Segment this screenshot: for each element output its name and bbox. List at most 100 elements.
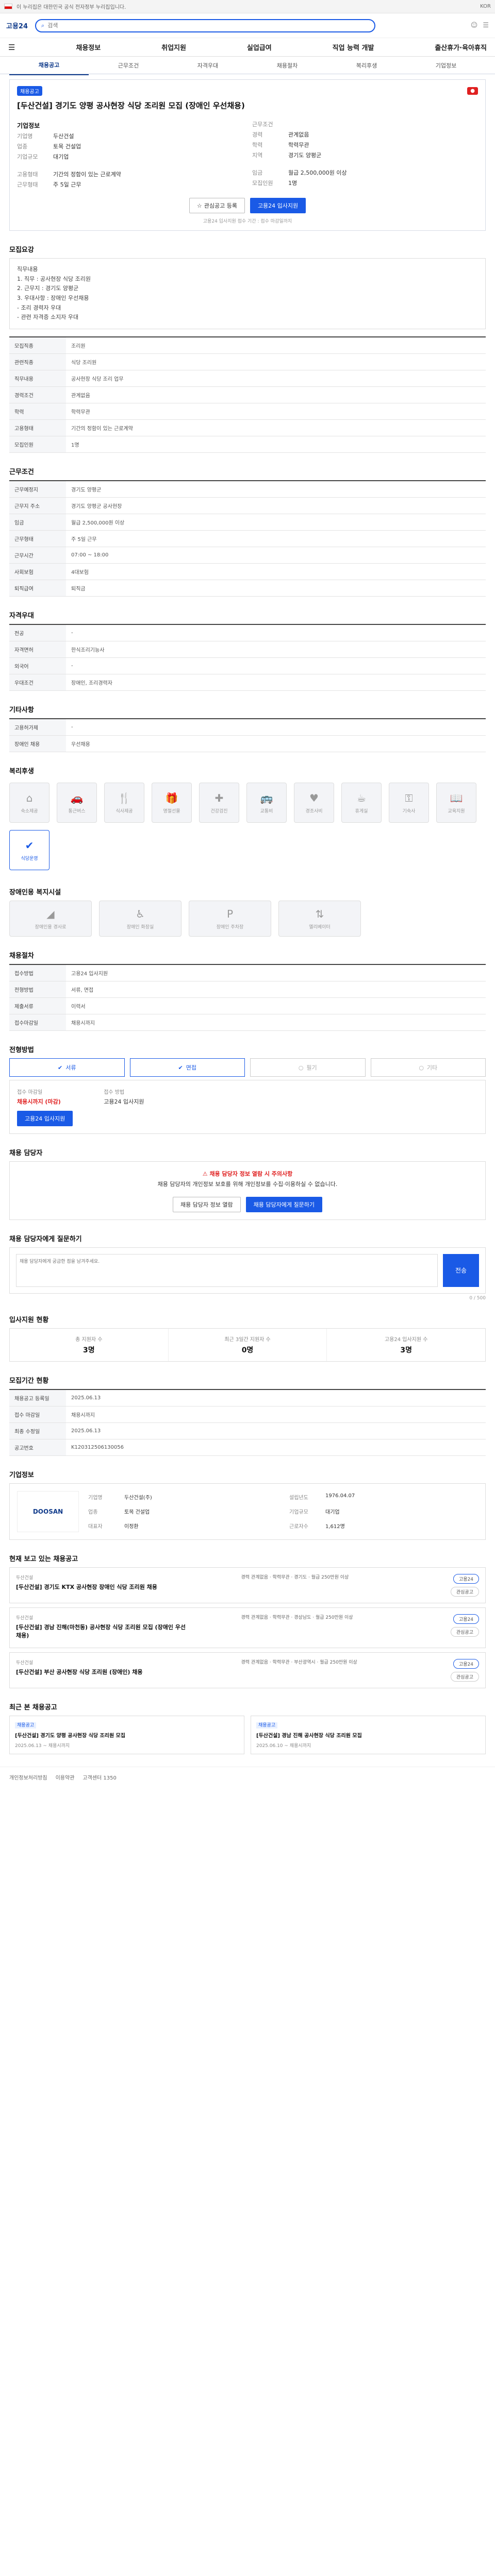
tab-work[interactable]: 근무조건: [89, 56, 168, 75]
scrap-button[interactable]: ☆ 관심공고 등록: [189, 198, 245, 213]
table-row: 공고번호 K120312506130056: [9, 1439, 486, 1456]
recent-date: 2025.06.13 ~ 채용시까지: [15, 1743, 70, 1749]
qual-table: 전공 - 자격면허 한식조리기능사 외국어 - 우대조건 장애인, 조리경력자: [9, 624, 486, 691]
caution-text: 채용 담당자의 개인정보 보호를 위해 개인정보를 수집·이용하실 수 없습니다…: [157, 1180, 338, 1188]
detail-box: 직무내용 1. 직무 : 공사현장 식당 조리원 2. 근무지 : 경기도 양평군 3…: [9, 258, 486, 330]
language-select[interactable]: KOR: [480, 4, 491, 9]
nav-item[interactable]: 직업 능력 개발: [333, 42, 374, 52]
info-value: 토목 건설업: [124, 1509, 150, 1515]
table-cell: 기간의 정함이 있는 근로계약: [66, 419, 486, 437]
footer-link[interactable]: 이용약관: [56, 1773, 75, 1781]
table-header-cell: 외국어: [9, 657, 66, 675]
disability-label: 엘리베이터: [309, 924, 331, 930]
table-header-cell: 모집직종: [9, 337, 66, 354]
welfare-label: 통근버스: [68, 808, 86, 814]
parking-icon: P: [226, 907, 234, 920]
user-icon[interactable]: ☺: [471, 22, 478, 29]
table-header-cell: 관련직종: [9, 353, 66, 371]
recent-date: 2025.06.10 ~ 채용시까지: [256, 1743, 311, 1749]
info-value: 경기도 양평군: [288, 152, 322, 159]
caution-headline: ⚠ 채용 담당자 정보 열람 시 주의사항: [202, 1171, 293, 1178]
menu-icon[interactable]: ☰: [483, 22, 489, 29]
related-job-item[interactable]: 두산건설 [두산건설] 경남 진해(마천동) 공사현장 식당 조리원 모집 (장애…: [9, 1607, 486, 1648]
tab-company[interactable]: 기업정보: [406, 56, 486, 75]
book-icon: 📖: [450, 791, 463, 804]
table-cell: 채용시까지: [66, 1406, 486, 1423]
footer-link[interactable]: 고객센터 1350: [82, 1773, 116, 1781]
welfare-label: 휴게실: [355, 808, 368, 814]
table-cell: -: [66, 719, 486, 736]
table-header-cell: 최종 수정일: [9, 1422, 66, 1439]
tab-notice[interactable]: 채용공고: [9, 56, 89, 75]
table-row: 경력조건 관계없음: [9, 386, 486, 404]
recent-title[interactable]: [두산건설] 경기도 양평 공사현장 식당 조리원 모집: [15, 1731, 239, 1739]
apply-button-2[interactable]: 고용24 입사지원: [17, 1111, 73, 1127]
related-apply-pill[interactable]: 고용24: [453, 1658, 479, 1669]
section-title: 채용 담당자에게 질문하기: [9, 1235, 82, 1243]
info-label: 근로자수: [289, 1523, 308, 1530]
related-scrap-pill[interactable]: 관심공고: [450, 1626, 479, 1637]
table-header-cell: 전공: [9, 624, 66, 642]
tab-qual[interactable]: 자격우대: [168, 56, 248, 75]
related-job-item[interactable]: 두산건설 [두산건설] 부산 공사현장 식당 조리원 (장애인) 채용 경력 관계없…: [9, 1652, 486, 1688]
nav-item[interactable]: 출산휴가·육아휴직: [435, 42, 487, 52]
qna-send-button[interactable]: 전송: [443, 1253, 479, 1287]
table-header-cell: 퇴직급여: [9, 580, 66, 597]
related-scrap-pill[interactable]: 관심공고: [450, 1586, 479, 1597]
stat-value: 3명: [83, 1346, 95, 1354]
welfare-item: 🍴 식사제공: [104, 783, 144, 823]
ask-manager-button[interactable]: 채용 담당자에게 질문하기: [245, 1196, 322, 1212]
related-meta: 경력 관계없음 · 학력무관 · 경기도 · 월급 250만원 이상: [241, 1574, 349, 1580]
search-input[interactable]: [47, 22, 370, 29]
home-icon: ⌂: [26, 791, 33, 804]
method-value: 고용24 입사지원: [104, 1098, 144, 1106]
info-value: 두산건설: [53, 133, 74, 140]
table-cell: 경기도 양평군: [66, 481, 486, 498]
welfare-item: 🚗 통근버스: [57, 783, 97, 823]
recent-title[interactable]: [두산건설] 경남 진해 공사현장 식당 조리원 모집: [256, 1731, 480, 1739]
apply-button[interactable]: 고용24 입사지원: [250, 198, 306, 213]
table-cell: 07:00 ~ 18:00: [66, 547, 486, 564]
tab-process[interactable]: 채용절차: [248, 56, 327, 75]
related-actions: 고용24 관심공고: [450, 1614, 479, 1641]
related-title[interactable]: [두산건설] 부산 공사현장 식당 조리원 (장애인) 채용: [16, 1668, 186, 1676]
nav-item[interactable]: 실업급여: [247, 42, 272, 52]
related-scrap-pill[interactable]: 관심공고: [450, 1671, 479, 1682]
disability-label: 장애인 화장실: [126, 924, 154, 930]
welfare-grid: ⌂ 숙소제공 🚗 통근버스 🍴 식사제공 🎁 명절선물 ✚ 건강검진 🚌 교통비 ♥ 경조사비 ☕ 휴게실 ⚿ 기…: [9, 779, 486, 873]
view-contact-button[interactable]: 채용 담당자 정보 열람: [173, 1196, 241, 1212]
site-logo[interactable]: 고용24: [6, 21, 28, 30]
info-label: 모집인원: [252, 180, 273, 187]
hamburger-icon[interactable]: ☰: [8, 43, 15, 52]
related-apply-pill[interactable]: 고용24: [453, 1573, 479, 1584]
info-value: 주 5일 근무: [53, 181, 81, 188]
welfare-label: 식당운영: [21, 856, 38, 861]
medical-icon: ✚: [214, 791, 224, 804]
table-cell: 채용시까지: [66, 1014, 486, 1031]
info-label: 업종: [88, 1509, 98, 1515]
deadline-value: 채용시까지 (마감): [17, 1098, 61, 1106]
search-box[interactable]: ⌕: [35, 19, 376, 32]
related-title[interactable]: [두산건설] 경기도 KTX 공사현장 장애인 식당 조리원 채용: [16, 1583, 186, 1591]
warning-icon: ⚠: [202, 1171, 210, 1178]
nav-item[interactable]: 채용정보: [76, 42, 101, 52]
nav-item[interactable]: 취업지원: [161, 42, 186, 52]
method-label: 서류: [65, 1064, 76, 1072]
related-apply-pill[interactable]: 고용24: [453, 1614, 479, 1624]
section-title: 채용 담당자: [9, 1149, 43, 1158]
info-label: 임금: [252, 170, 263, 176]
recent-job-card[interactable]: 채용공고 [두산건설] 경남 진해 공사현장 식당 조리원 모집 2025.06.1…: [251, 1715, 486, 1754]
recent-job-card[interactable]: 채용공고 [두산건설] 경기도 양평 공사현장 식당 조리원 모집 2025.06.…: [9, 1715, 244, 1754]
qna-input[interactable]: [16, 1253, 438, 1287]
related-meta: 경력 관계없음 · 학력무관 · 부산광역시 · 월급 250만원 이상: [241, 1659, 357, 1665]
table-row: 최종 수정일 2025.06.13: [9, 1422, 486, 1439]
tab-welfare[interactable]: 복리후생: [327, 56, 406, 75]
related-job-item[interactable]: 두산건설 [두산건설] 경기도 KTX 공사현장 장애인 식당 조리원 채용 경력 …: [9, 1567, 486, 1603]
related-title[interactable]: [두산건설] 경남 진해(마천동) 공사현장 식당 조리원 모집 (장애인 우선…: [16, 1623, 186, 1639]
apply-box: 접수 마감일 채용시까지 (마감) 고용24 입사지원 접수 방법 고용24 입…: [9, 1080, 486, 1134]
footer-link[interactable]: 개인정보처리방침: [9, 1773, 47, 1781]
table-cell: 학력무관: [66, 403, 486, 420]
detail-line: - 관련 자격증 소지자 우대: [17, 314, 79, 321]
detail-line: - 조리 경력자 우대: [17, 304, 61, 311]
wheelchair-icon: ♿: [136, 907, 145, 920]
